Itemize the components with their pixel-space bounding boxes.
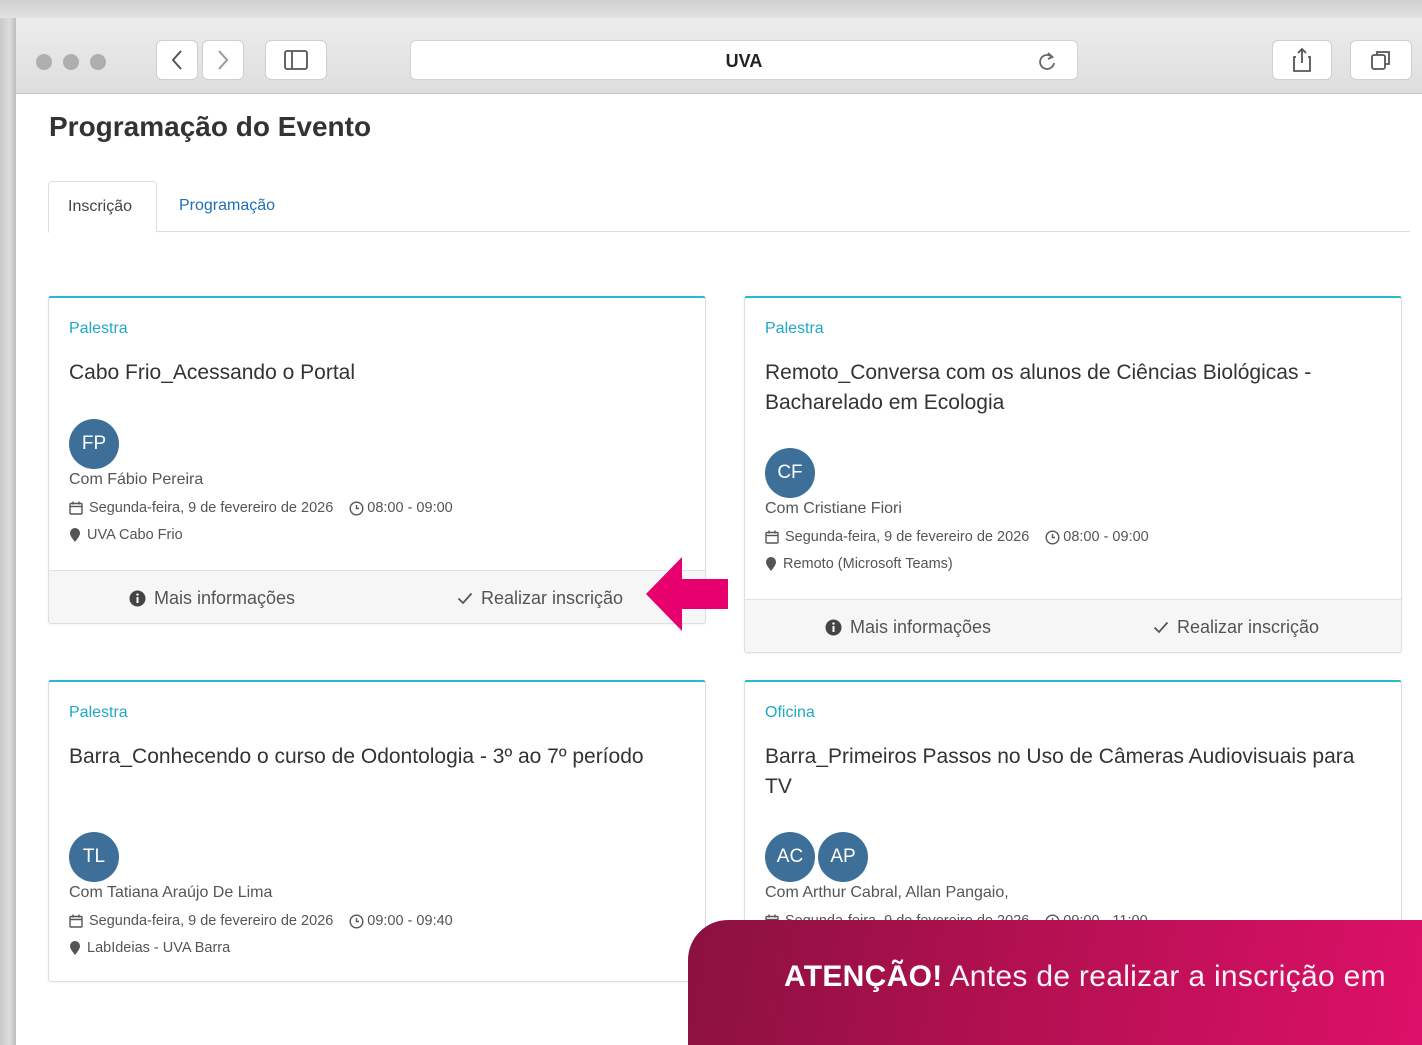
tabs-overview-button[interactable]	[1350, 40, 1412, 80]
calendar-icon	[69, 501, 83, 515]
chevron-left-icon	[171, 50, 182, 70]
event-type: Oficina	[765, 704, 815, 721]
calendar-icon	[69, 914, 83, 928]
event-location: UVA Cabo Frio	[69, 527, 183, 543]
event-location-text: UVA Cabo Frio	[87, 527, 183, 543]
event-card: Palestra Cabo Frio_Acessando o Portal FP…	[48, 296, 706, 624]
event-time-text: 08:00 - 09:00	[367, 500, 453, 516]
event-title: Barra_Conhecendo o curso de Odontologia …	[69, 745, 644, 768]
location-pin-icon	[70, 527, 80, 542]
chevron-right-icon	[218, 50, 229, 70]
address-bar-text: UVA	[725, 51, 763, 71]
event-schedule: Segunda-feira, 9 de fevereiro de 2026 09…	[69, 913, 453, 929]
page-title: Programação do Evento	[49, 111, 372, 142]
register-button[interactable]: Realizar inscrição	[457, 571, 624, 623]
avatar-row: AC AP	[765, 832, 868, 882]
avatar: CF	[765, 448, 815, 498]
card-footer: Mais informações Realizar inscrição	[745, 599, 1401, 652]
event-time: 08:00 - 09:00	[349, 500, 453, 516]
event-type: Palestra	[765, 320, 824, 337]
avatar: AC	[765, 832, 815, 882]
event-time-text: 09:00 - 09:40	[367, 913, 453, 929]
avatar: AP	[818, 832, 868, 882]
register-label: Realizar inscrição	[481, 587, 624, 608]
attention-text: ATENÇÃO! Antes de realizar a inscrição e…	[784, 960, 1386, 994]
register-label: Realizar inscrição	[1177, 616, 1320, 637]
attention-message: Antes de realizar a inscrição em	[942, 960, 1386, 993]
highlight-arrow-icon	[646, 557, 728, 631]
event-title: Barra_Primeiros Passos no Uso de Câmeras…	[765, 745, 1355, 798]
event-speakers: Com Tatiana Araújo De Lima	[69, 884, 273, 901]
event-location: LabIdeias - UVA Barra	[69, 940, 230, 956]
avatar: FP	[69, 419, 119, 469]
event-location: Remoto (Microsoft Teams)	[765, 556, 953, 572]
more-info-label: Mais informações	[850, 616, 992, 637]
location-pin-icon	[70, 940, 80, 955]
info-icon	[129, 590, 146, 606]
attention-label: ATENÇÃO!	[784, 960, 943, 993]
event-speakers: Com Fábio Pereira	[69, 471, 204, 488]
event-date: Segunda-feira, 9 de fevereiro de 2026	[89, 913, 334, 929]
share-icon	[1293, 47, 1311, 72]
more-info-label: Mais informações	[154, 587, 296, 608]
more-info-button[interactable]: Mais informações	[129, 571, 296, 623]
avatar: TL	[69, 832, 119, 882]
sidebar-toggle-button[interactable]	[265, 40, 327, 80]
back-button[interactable]	[156, 40, 198, 80]
share-button[interactable]	[1272, 40, 1332, 80]
check-icon	[457, 592, 473, 604]
check-icon	[1153, 621, 1169, 633]
event-schedule: Segunda-feira, 9 de fevereiro de 2026 08…	[765, 529, 1149, 545]
address-bar[interactable]: UVA	[410, 40, 1078, 80]
window-zoom-button[interactable]	[90, 54, 106, 70]
clock-icon	[349, 500, 364, 516]
window-minimize-button[interactable]	[63, 54, 79, 70]
event-card: Palestra Remoto_Conversa com os alunos d…	[744, 296, 1402, 653]
more-info-button[interactable]: Mais informações	[825, 600, 992, 652]
avatar-row: TL	[69, 832, 119, 882]
attention-banner: ATENÇÃO! Antes de realizar a inscrição e…	[688, 920, 1422, 1045]
event-time-text: 08:00 - 09:00	[1063, 529, 1149, 545]
tabs-icon	[1371, 51, 1390, 70]
tab-inscricao[interactable]: Inscrição	[48, 181, 157, 233]
event-location-text: Remoto (Microsoft Teams)	[783, 556, 953, 572]
location-pin-icon	[766, 556, 776, 571]
event-speakers: Com Arthur Cabral, Allan Pangaio,	[765, 884, 1009, 901]
avatar-row: CF	[765, 448, 815, 498]
event-type: Palestra	[69, 320, 128, 337]
clock-icon	[349, 913, 364, 929]
sidebar-icon	[284, 50, 308, 70]
card-footer: Mais informações Realizar inscrição	[49, 570, 705, 623]
window-close-button[interactable]	[36, 54, 52, 70]
tab-programacao[interactable]: Programação	[160, 181, 294, 232]
event-title: Cabo Frio_Acessando o Portal	[69, 361, 355, 384]
event-schedule: Segunda-feira, 9 de fevereiro de 2026 08…	[69, 500, 453, 516]
forward-button[interactable]	[202, 40, 244, 80]
window-frame-top	[0, 0, 1422, 18]
register-button[interactable]: Realizar inscrição	[1153, 600, 1320, 652]
event-date: Segunda-feira, 9 de fevereiro de 2026	[785, 529, 1030, 545]
reload-icon[interactable]	[1037, 50, 1057, 72]
event-type: Palestra	[69, 704, 128, 721]
event-card: Palestra Barra_Conhecendo o curso de Odo…	[48, 680, 706, 982]
browser-toolbar: UVA	[16, 18, 1422, 94]
event-location-text: LabIdeias - UVA Barra	[87, 940, 231, 956]
window-frame-left	[0, 0, 16, 1045]
tab-bar: Inscrição Programação	[48, 181, 1410, 233]
info-icon	[825, 619, 842, 635]
clock-icon	[1045, 529, 1060, 545]
event-time: 09:00 - 09:40	[349, 913, 453, 929]
event-speakers: Com Cristiane Fiori	[765, 500, 902, 517]
avatar-row: FP	[69, 419, 119, 469]
calendar-icon	[765, 530, 779, 544]
event-time: 08:00 - 09:00	[1045, 529, 1149, 545]
event-date: Segunda-feira, 9 de fevereiro de 2026	[89, 500, 334, 516]
event-title: Remoto_Conversa com os alunos de Ciência…	[765, 361, 1312, 414]
